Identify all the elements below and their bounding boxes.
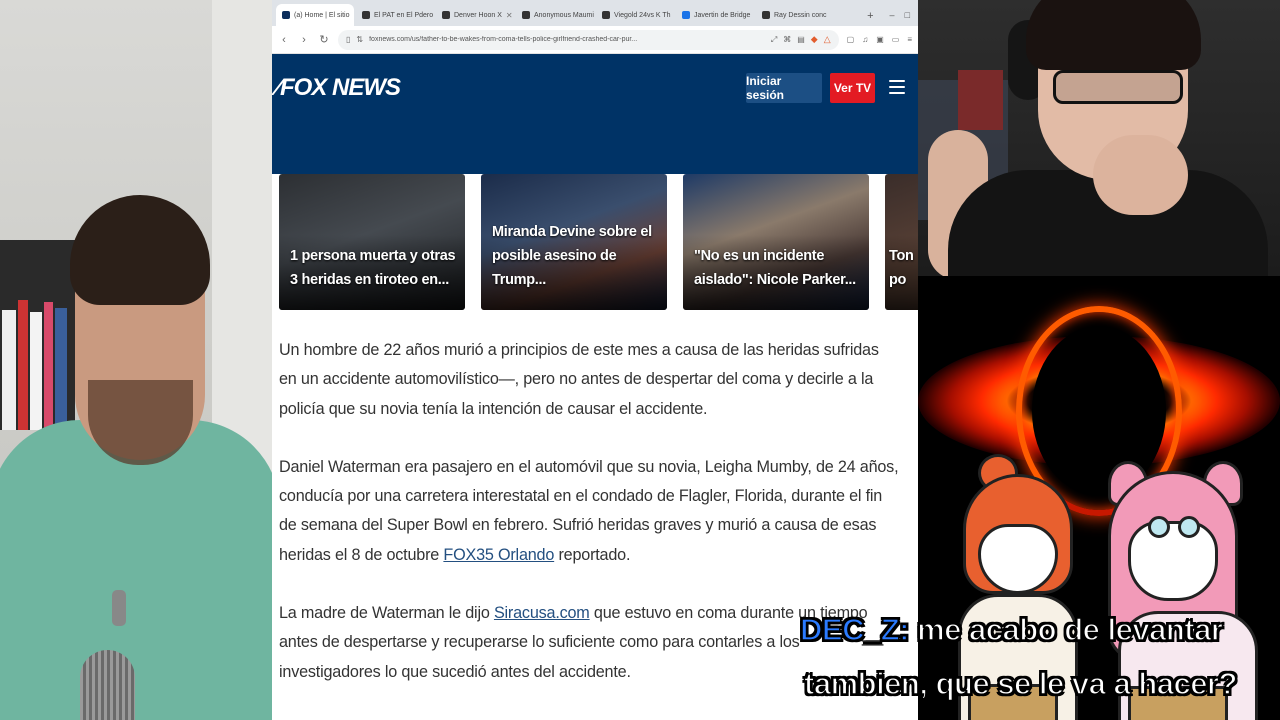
article-paragraph: Daniel Waterman era pasajero en el autom… xyxy=(279,457,899,564)
url-field[interactable]: ▯ ⇅ foxnews.com/us/father-to-be-wakes-fr… xyxy=(338,29,839,50)
guest-webcam-right xyxy=(918,0,1280,276)
browser-tab[interactable]: Javertin de Bridge✕ xyxy=(676,4,754,26)
tab-bar: (a) Home | El sitio✕ El PAT en El Pdero✕… xyxy=(272,0,918,26)
browser-tab[interactable]: Viegold 24vs K Th✕ xyxy=(596,4,674,26)
video-card-caption: "No es un incidente aislado": Nicole Par… xyxy=(694,248,856,288)
sidebar-icon[interactable]: ▢ xyxy=(847,35,855,44)
chat-text: me acabo de levantar xyxy=(908,611,1223,648)
hamburger-menu-icon[interactable] xyxy=(889,78,905,96)
reader-icon[interactable]: ▤ xyxy=(797,35,805,44)
share-icon[interactable]: ⤢ xyxy=(771,35,777,45)
wallet-icon[interactable]: ▭ xyxy=(892,35,900,44)
bookshelf xyxy=(0,240,75,430)
article-paragraph: Un hombre de 22 años murió a principios … xyxy=(279,341,879,418)
watch-tv-button[interactable]: Ver TV xyxy=(830,73,875,103)
favicon-icon xyxy=(682,11,690,19)
bookmark-icon[interactable]: ▯ xyxy=(346,35,350,44)
video-card-caption: 1 persona muerta y otras 3 heridas en ti… xyxy=(290,248,456,288)
microphone xyxy=(80,650,135,720)
extensions-icon[interactable]: ▣ xyxy=(876,35,884,44)
back-icon[interactable]: ‹ xyxy=(278,34,290,46)
close-tab-icon[interactable]: ✕ xyxy=(506,11,513,20)
favicon-icon xyxy=(442,11,450,19)
stream-layout: (a) Home | El sitio✕ El PAT en El Pdero✕… xyxy=(0,0,1280,720)
brave-shield-icon[interactable]: ◆ xyxy=(811,34,818,45)
browser-tab[interactable]: Ray Dessin conc xyxy=(756,4,834,26)
fox-news-logo[interactable]: ⁄FOX NEWS xyxy=(276,74,401,102)
translate-icon[interactable]: ⌘ xyxy=(783,35,791,44)
video-card[interactable]: Miranda Devine sobre el posible asesino … xyxy=(481,174,667,310)
video-card-caption: Miranda Devine sobre el posible asesino … xyxy=(492,224,652,288)
fox-favicon-icon xyxy=(282,11,290,19)
close-tab-icon[interactable]: ✕ xyxy=(354,11,355,20)
minimize-icon[interactable]: – xyxy=(890,10,895,20)
media-icon[interactable]: ♫ xyxy=(862,35,868,44)
video-card[interactable]: "No es un incidente aislado": Nicole Par… xyxy=(683,174,869,310)
dogtag-necklace xyxy=(112,590,126,626)
menu-dots-icon[interactable]: ≡ xyxy=(907,35,912,44)
favicon-icon xyxy=(362,11,370,19)
favicon-icon xyxy=(602,11,610,19)
new-tab-icon[interactable]: + xyxy=(861,10,879,26)
video-card-caption: Ton po xyxy=(889,248,914,288)
chat-username: DEC_Z: xyxy=(799,611,910,648)
browser-tab[interactable]: El PAT en El Pdero✕ xyxy=(356,4,434,26)
reload-icon[interactable]: ↻ xyxy=(318,33,330,46)
login-button[interactable]: Iniciar sesión xyxy=(746,73,822,103)
chat-text: tambien, que se le va a hacer? xyxy=(803,665,1238,702)
address-bar: ‹ › ↻ ▯ ⇅ foxnews.com/us/father-to-be-wa… xyxy=(272,26,918,54)
video-carousel: 1 persona muerta y otras 3 heridas en ti… xyxy=(279,174,918,310)
chat-message: DEC_Z: me acabo de levantar tambien, que… xyxy=(799,603,1278,711)
browser-tab[interactable]: (a) Home | El sitio✕ xyxy=(276,4,354,26)
glasses xyxy=(1053,70,1183,104)
browser-tab[interactable]: Anonymous Maumi✕ xyxy=(516,4,594,26)
siracusa-link[interactable]: Siracusa.com xyxy=(494,604,590,622)
video-card[interactable]: 1 persona muerta y otras 3 heridas en ti… xyxy=(279,174,465,310)
favicon-icon xyxy=(762,11,770,19)
maximize-icon[interactable]: □ xyxy=(905,10,910,20)
streamer-webcam-left xyxy=(0,0,272,720)
url-text: foxnews.com/us/father-to-be-wakes-from-c… xyxy=(369,36,638,43)
browser-tab[interactable]: Denver Hoon X ✕ xyxy=(436,4,514,26)
favicon-icon xyxy=(522,11,530,19)
fox35-link[interactable]: FOX35 Orlando xyxy=(443,546,554,564)
video-card[interactable]: Ton po xyxy=(885,174,918,310)
window-controls: – □ xyxy=(882,10,918,26)
site-header: ⁄FOX NEWS Iniciar sesión Ver TV xyxy=(272,54,918,174)
forward-icon[interactable]: › xyxy=(298,34,310,46)
brave-rewards-icon[interactable]: △ xyxy=(824,34,831,45)
site-info-icon[interactable]: ⇅ xyxy=(356,35,363,44)
